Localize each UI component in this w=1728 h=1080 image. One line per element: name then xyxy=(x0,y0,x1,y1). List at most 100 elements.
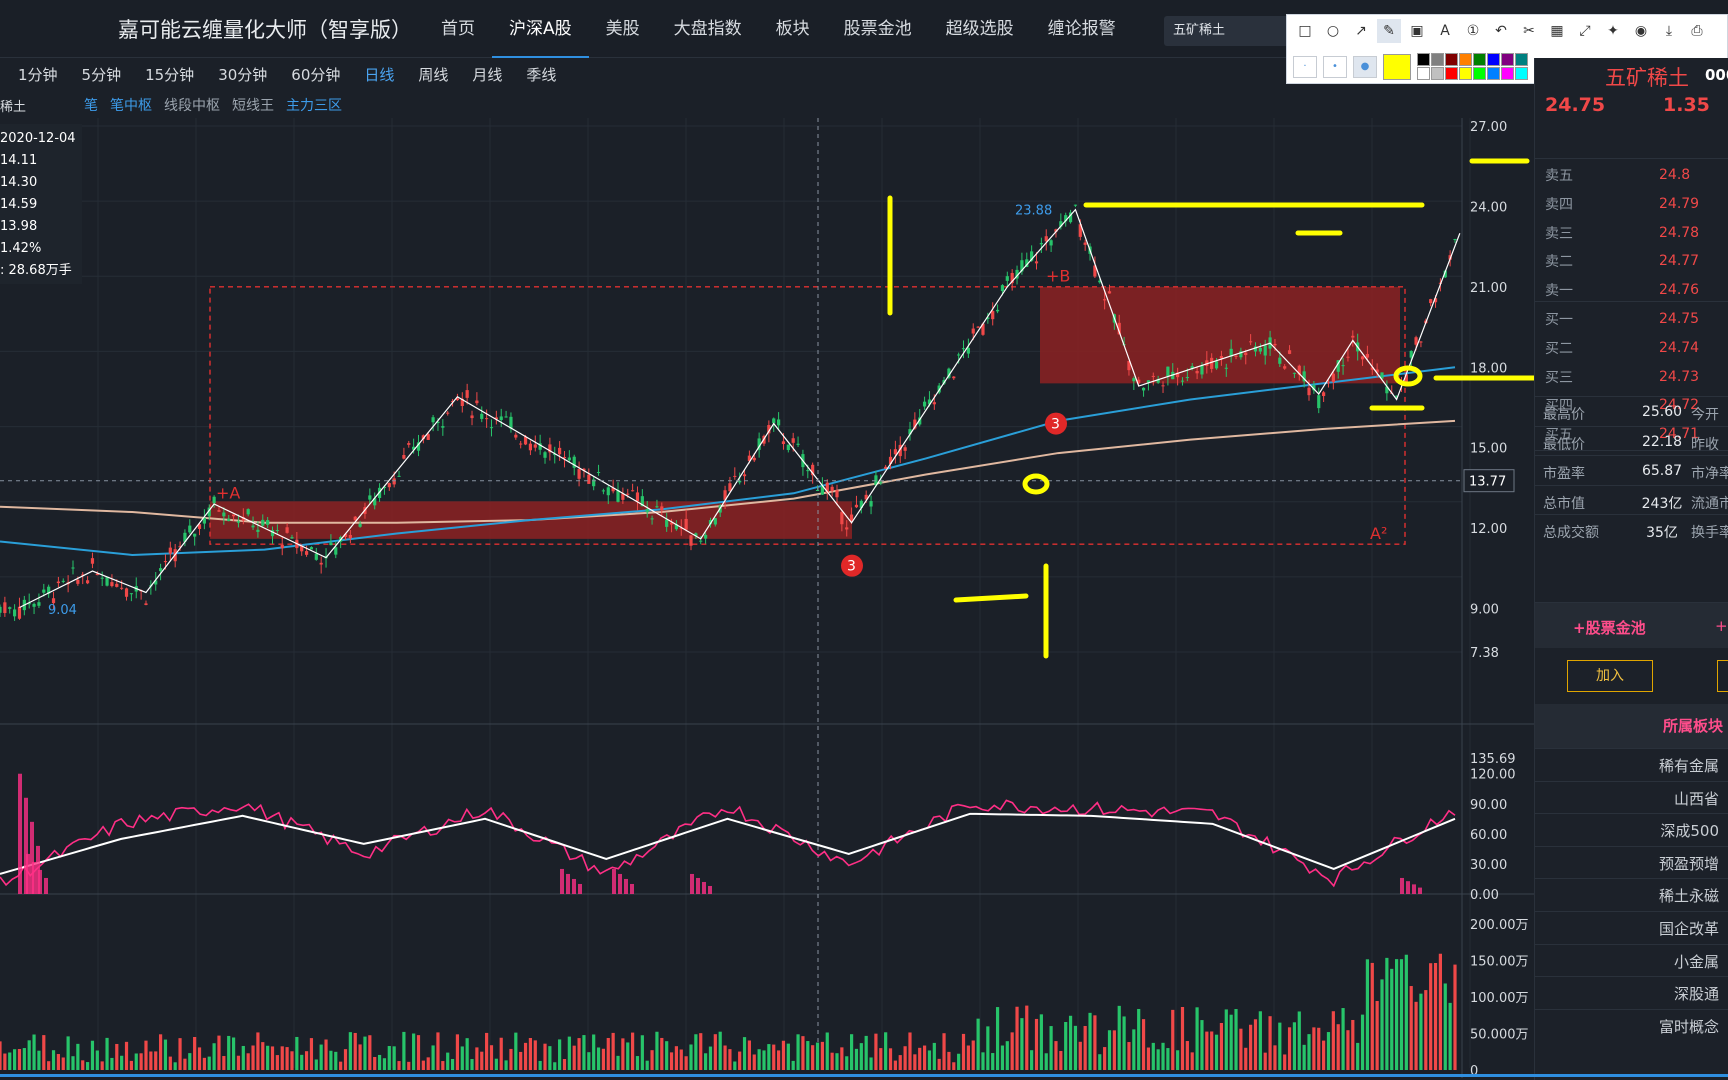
nav-item-7[interactable]: 缠论报警 xyxy=(1031,0,1133,58)
volume-bar xyxy=(1171,1009,1175,1070)
nav-item-3[interactable]: 大盘指数 xyxy=(657,0,759,58)
timeframe-1[interactable]: 5分钟 xyxy=(70,64,134,85)
volume-bar xyxy=(358,1044,362,1070)
volume-bar xyxy=(1093,1015,1097,1070)
timeframe-6[interactable]: 周线 xyxy=(406,64,460,85)
kd-bar xyxy=(560,868,564,894)
candle-body xyxy=(543,452,547,458)
volume-bar xyxy=(397,1061,401,1070)
timeframe-8[interactable]: 季线 xyxy=(514,64,568,85)
stock-pool-bar[interactable]: +股票金池 + xyxy=(1535,602,1728,648)
candle-body xyxy=(704,534,708,539)
kd-bar xyxy=(1400,877,1404,894)
nav-item-5[interactable]: 股票金池 xyxy=(827,0,929,58)
redo-icon[interactable]: ✂ xyxy=(1517,19,1541,43)
indicator-bar: 稀土 笔笔中枢 线段中枢 短线王 主力三区 xyxy=(0,92,600,118)
timeframe-7[interactable]: 月线 xyxy=(460,64,514,85)
secondary-pool-button[interactable] xyxy=(1717,660,1728,692)
volume-bar xyxy=(465,1038,469,1070)
indicator-1[interactable]: 笔中枢 xyxy=(110,95,152,115)
expand-icon[interactable]: ⤢ xyxy=(1573,19,1597,43)
record-icon[interactable]: ◉ xyxy=(1629,19,1653,43)
rect-icon[interactable]: □ xyxy=(1293,19,1317,43)
order-label: 买一 xyxy=(1545,312,1573,328)
candle-body xyxy=(1034,261,1039,264)
arrow-icon[interactable]: ↗ xyxy=(1349,19,1373,43)
candle-body xyxy=(504,416,508,418)
nav-item-1[interactable]: 沪深A股 xyxy=(492,0,589,58)
kd-tick-label: 60.00 xyxy=(1470,828,1507,843)
candle-body xyxy=(791,438,795,443)
indicator-3[interactable]: 短线王 xyxy=(232,95,274,115)
nav-item-4[interactable]: 板块 xyxy=(759,0,827,58)
indicator-0[interactable]: 笔 xyxy=(84,95,98,115)
app-title: 嘉可能云缠量化大师（智享版） xyxy=(118,18,412,42)
volume-bar xyxy=(767,1044,771,1070)
volume-bar xyxy=(1107,1030,1112,1070)
candle-body xyxy=(1044,236,1048,242)
volume-bar xyxy=(217,1035,221,1070)
candle-body xyxy=(314,553,318,560)
timeframe-0[interactable]: 1分钟 xyxy=(6,64,70,85)
stat-row-4: 总成交额 35亿 换手率 xyxy=(1535,514,1728,546)
timeframe-2[interactable]: 15分钟 xyxy=(133,64,206,85)
candle-info-box: 2020-12-04 14.11 14.30 14.59 13.98 1.42%… xyxy=(0,124,82,284)
indicator-2[interactable]: 线段中枢 xyxy=(164,95,220,115)
timeframe-5[interactable]: 日线 xyxy=(352,64,406,85)
sector-item[interactable]: 小金属 xyxy=(1535,943,1728,978)
info-open: 14.11 xyxy=(0,153,38,168)
undo-icon[interactable]: ↶ xyxy=(1489,19,1513,43)
candle-body xyxy=(1351,335,1355,338)
candle-body xyxy=(1161,385,1165,387)
nav-item-6[interactable]: 超级选股 xyxy=(929,0,1031,58)
fill-icon[interactable]: ▣ xyxy=(1405,19,1429,43)
sector-item[interactable]: 稀有金属 xyxy=(1535,748,1728,782)
number-icon[interactable]: ① xyxy=(1461,19,1485,43)
sector-item[interactable]: 山西省 xyxy=(1535,780,1728,815)
sector-item[interactable]: 国企改革 xyxy=(1535,911,1728,945)
volume-bar xyxy=(1005,1041,1009,1070)
kd-bar xyxy=(1406,881,1410,894)
timeframe-4[interactable]: 60分钟 xyxy=(279,64,352,85)
nav-item-2[interactable]: 美股 xyxy=(589,0,657,58)
volume-bar xyxy=(1195,1007,1199,1070)
order-label: 买三 xyxy=(1545,369,1573,386)
volume-bar xyxy=(470,1059,474,1070)
mosaic-icon[interactable]: ▦ xyxy=(1545,19,1569,43)
save-icon[interactable]: ⎙ xyxy=(1685,19,1709,43)
pin-icon[interactable]: ✦ xyxy=(1601,19,1625,43)
volume-bar xyxy=(1025,1005,1029,1070)
volume-bar xyxy=(480,1051,484,1070)
sector-item[interactable]: 富时概念 xyxy=(1535,1008,1728,1043)
candle-body xyxy=(227,518,231,522)
text-icon[interactable]: A xyxy=(1433,19,1457,43)
add-to-pool-button[interactable]: 加入 xyxy=(1567,660,1653,692)
volume-tick-label: 200.00万 xyxy=(1470,918,1529,933)
pen-icon[interactable]: ✎ xyxy=(1377,19,1401,43)
volume-bar xyxy=(757,1049,761,1070)
candle-body xyxy=(815,490,820,492)
quote-panel: 五矿稀土 000 24.75 1.35 +股票金池 + 加入 所属板块 卖五 24… xyxy=(1534,58,1728,1080)
volume-bar xyxy=(558,1039,562,1070)
stock-search-input[interactable]: 五矿稀土 xyxy=(1164,16,1292,46)
kline-chart[interactable]: 27.00 24.00 21.00 18.00 15.00 12.00 9.00 7.38 13… xyxy=(0,118,1534,1078)
volume-bar xyxy=(879,1048,883,1070)
candle-body xyxy=(1258,347,1262,352)
sector-item[interactable]: 预盈预增 xyxy=(1535,845,1728,880)
indicator-4[interactable]: 主力三区 xyxy=(286,95,342,115)
sector-item[interactable]: 深股通 xyxy=(1535,976,1728,1010)
volume-bar xyxy=(1346,1030,1350,1070)
sector-item[interactable]: 深成500 xyxy=(1535,813,1728,847)
volume-bar xyxy=(854,1048,859,1070)
timeframe-3[interactable]: 30分钟 xyxy=(206,64,279,85)
info-close: 13.98 xyxy=(0,219,38,234)
nav-item-0[interactable]: 首页 xyxy=(424,0,492,58)
kd-tick-label: 0.00 xyxy=(1470,888,1499,903)
kd-bar xyxy=(32,861,36,894)
sector-item[interactable]: 稀土永磁 xyxy=(1535,878,1728,912)
circle-icon[interactable]: ○ xyxy=(1321,19,1345,43)
volume-bar xyxy=(582,1035,586,1070)
download-icon[interactable]: ⤓ xyxy=(1657,19,1681,43)
stat-value: 65.87 xyxy=(1641,463,1683,480)
volume-bar xyxy=(1239,1028,1243,1070)
